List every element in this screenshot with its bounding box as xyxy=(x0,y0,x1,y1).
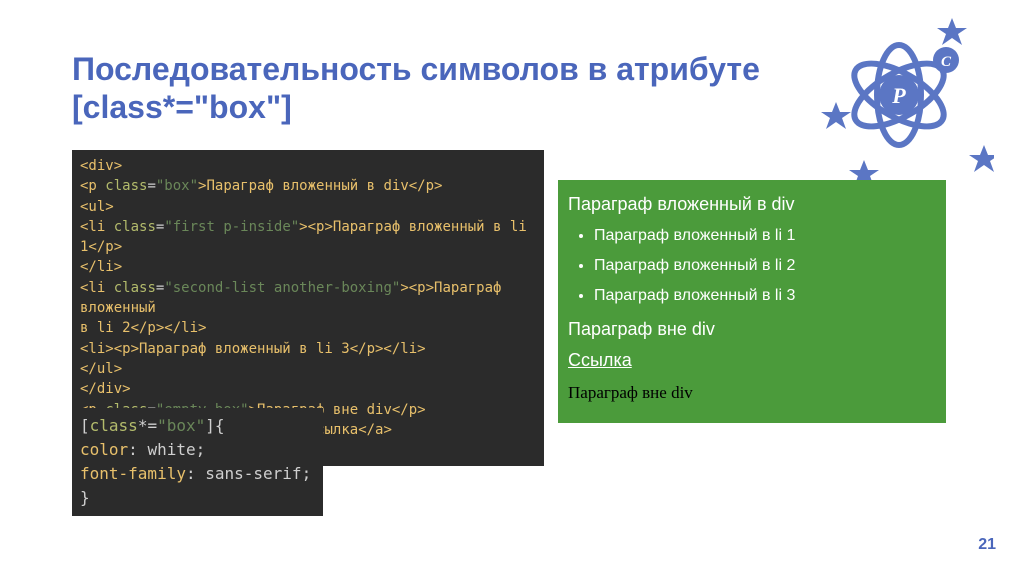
output-paragraph: Параграф вне div xyxy=(568,383,936,403)
css-code-block: [class*="box"]{ color: white; font-famil… xyxy=(72,408,323,516)
output-list-item: Параграф вложенный в li 3 xyxy=(594,287,936,305)
page-number: 21 xyxy=(978,536,996,554)
output-list-item: Параграф вложенный в li 2 xyxy=(594,257,936,275)
output-paragraph: Параграф вне div xyxy=(568,319,936,340)
output-link[interactable]: Ссылка xyxy=(568,350,936,371)
slide-title: Последовательность символов в атрибуте [… xyxy=(72,50,772,127)
svg-text:P: P xyxy=(891,83,906,108)
logo-atom: P C xyxy=(794,10,994,190)
output-paragraph: Параграф вложенный в div xyxy=(568,194,936,215)
svg-text:C: C xyxy=(941,54,952,70)
rendered-output: Параграф вложенный в div Параграф вложен… xyxy=(558,180,946,423)
output-list-item: Параграф вложенный в li 1 xyxy=(594,227,936,245)
